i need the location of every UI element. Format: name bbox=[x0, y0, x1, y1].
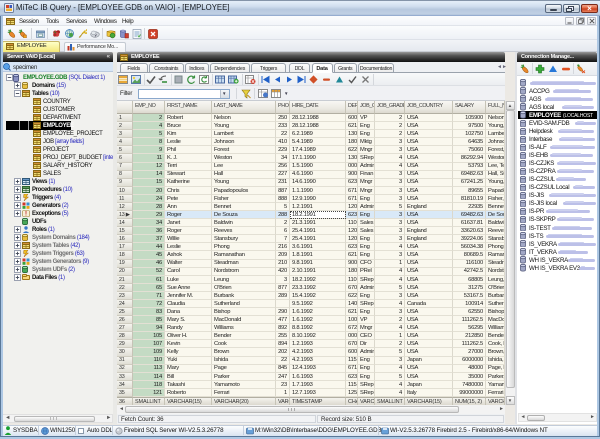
svg-text:!: ! bbox=[25, 212, 27, 218]
